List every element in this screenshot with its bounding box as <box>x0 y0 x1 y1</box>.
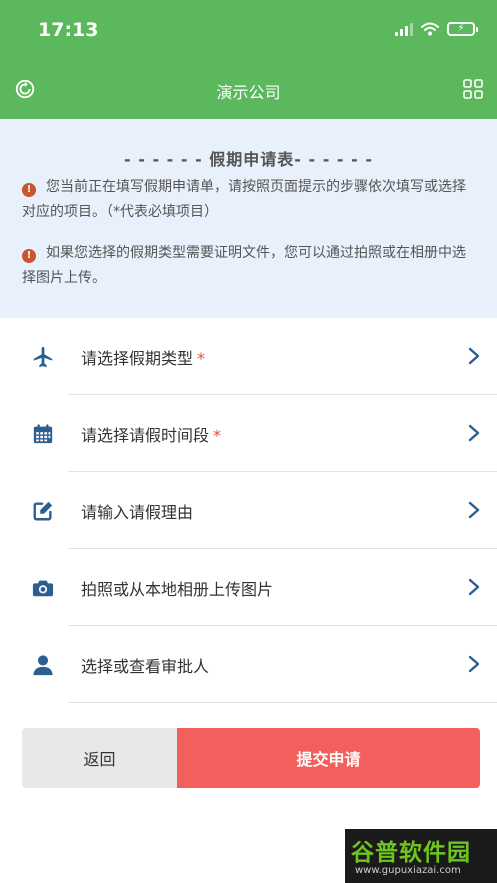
required-mark: * <box>213 426 222 445</box>
row-label: 请选择假期类型 * <box>81 349 206 368</box>
row-label: 拍照或从本地相册上传图片 <box>81 580 274 599</box>
status-icons: ⚡ <box>395 22 478 36</box>
calendar-icon <box>33 424 53 444</box>
row-label: 请选择请假时间段 * <box>81 426 222 445</box>
form-list: 请选择假期类型 * 请选择请假时间段 * 请输入请假理由 拍照或从本地相册上传图… <box>0 318 497 703</box>
warning-icon: ! <box>22 248 36 263</box>
row-label: 选择或查看审批人 <box>81 657 210 676</box>
chevron-right-icon <box>468 501 480 519</box>
notice-text-2: 如果您选择的假期类型需要证明文件，您可以通过拍照或在相册中选择图片上传。 <box>22 245 466 286</box>
airplane-icon <box>33 346 53 368</box>
divider <box>68 702 497 703</box>
notice-panel: - - - - - - 假期申请表- - - - - - ! 您当前正在填写假期申… <box>0 119 497 318</box>
watermark-logo-text: 谷普软件园 <box>351 840 471 866</box>
chevron-right-icon <box>468 655 480 673</box>
chevron-right-icon <box>468 424 480 442</box>
watermark-url: www.gupuxiazai.com <box>355 865 461 876</box>
warning-icon: ! <box>22 182 36 197</box>
user-icon <box>33 655 53 676</box>
row-reason[interactable]: 请输入请假理由 <box>0 472 497 549</box>
edit-icon <box>33 501 53 521</box>
notice-line-2: ! 如果您选择的假期类型需要证明文件，您可以通过拍照或在相册中选择图片上传。 <box>22 241 479 291</box>
notice-text-1: 您当前正在填写假期申请单，请按照页面提示的步骤依次填写或选择对应的项目。（*代表… <box>22 179 466 220</box>
app-header: 17:13 ⚡ 演示公司 <box>0 0 497 119</box>
chevron-right-icon <box>468 347 480 365</box>
battery-icon: ⚡ <box>447 22 478 36</box>
page-title: 演示公司 <box>216 83 281 102</box>
signal-icon <box>395 22 413 36</box>
row-time-range[interactable]: 请选择请假时间段 * <box>0 395 497 472</box>
row-approver[interactable]: 选择或查看审批人 <box>0 626 497 703</box>
watermark: 谷普软件园 www.gupuxiazai.com <box>345 829 497 883</box>
row-upload-photo[interactable]: 拍照或从本地相册上传图片 <box>0 549 497 626</box>
submit-button[interactable]: 提交申请 <box>177 728 480 788</box>
back-button[interactable]: 返回 <box>22 728 177 788</box>
chevron-right-icon <box>468 578 480 596</box>
row-label: 请输入请假理由 <box>81 503 194 522</box>
camera-icon <box>32 580 54 597</box>
form-title: - - - - - - 假期申请表- - - - - - <box>124 150 373 169</box>
row-leave-type[interactable]: 请选择假期类型 * <box>0 318 497 395</box>
required-mark: * <box>197 349 206 368</box>
wifi-icon <box>421 22 439 36</box>
action-buttons: 返回 提交申请 <box>22 728 480 788</box>
notice-line-1: ! 您当前正在填写假期申请单，请按照页面提示的步骤依次填写或选择对应的项目。（*代… <box>22 175 479 225</box>
grid-icon[interactable] <box>463 79 483 99</box>
status-time: 17:13 <box>38 19 99 41</box>
nav-bar: 演示公司 <box>0 72 497 108</box>
